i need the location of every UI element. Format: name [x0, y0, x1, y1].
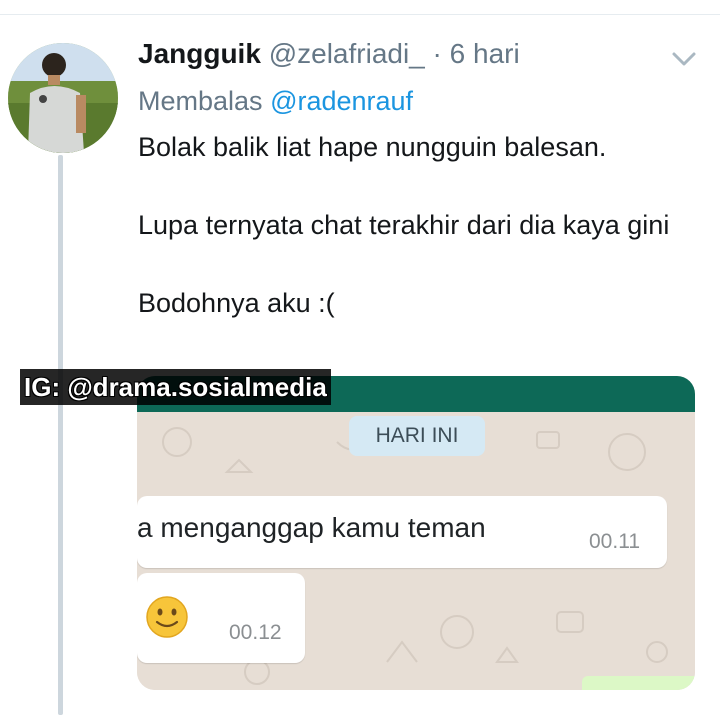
watermark-text: IG: @drama.sosialmedia [20, 369, 331, 405]
tweet-line: Bodohnya aku :( [138, 288, 335, 318]
chat-message-time: 00.12 [229, 621, 282, 644]
reply-thread-line [58, 155, 63, 715]
date-chip: HARI INI [349, 416, 485, 456]
chevron-down-icon[interactable] [670, 48, 698, 70]
chat-message-bubble: a menganggap kamu teman 00.11 [137, 496, 667, 568]
separator-dot: · [432, 38, 442, 69]
reply-context: Membalas @radenrauf [138, 86, 413, 117]
tweet-header: Jangguik @zelafriadi_ · 6 hari [138, 38, 520, 70]
display-name[interactable]: Jangguik [138, 38, 261, 69]
user-avatar[interactable] [8, 43, 118, 153]
tweet-line: Lupa ternyata chat terakhir dari dia kay… [138, 210, 670, 240]
chat-message-bubble: 00.12 [137, 573, 305, 663]
tweet-time[interactable]: 6 hari [450, 38, 520, 69]
outgoing-bubble-edge [582, 676, 695, 690]
reply-prefix: Membalas [138, 86, 263, 116]
top-divider [0, 14, 720, 15]
tweet-line: Bolak balik liat hape nungguin balesan. [138, 132, 607, 162]
slightly-smiling-face-icon [146, 596, 188, 638]
attached-chat-image[interactable]: HARI INI a menganggap kamu teman 00.11 0… [137, 376, 695, 690]
reply-mention-link[interactable]: @radenrauf [270, 86, 413, 116]
chat-message-time: 00.11 [589, 530, 640, 553]
tweet-text: Bolak balik liat hape nungguin balesan. … [138, 128, 708, 323]
user-handle[interactable]: @zelafriadi_ [269, 38, 425, 69]
chat-message-text: a menganggap kamu teman [137, 512, 486, 543]
